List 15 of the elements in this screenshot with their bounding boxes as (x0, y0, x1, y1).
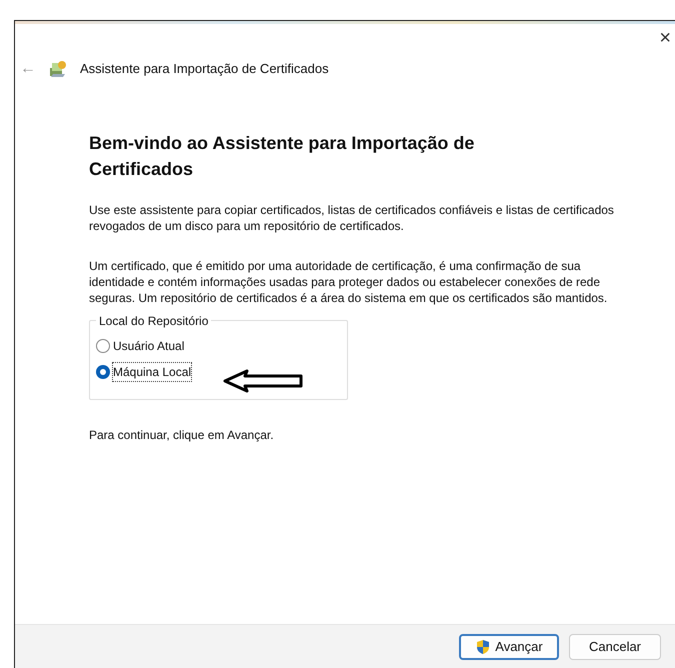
description-text: Um certificado, que é emitido por uma autoridade de certificação, é uma confirmação de sua identidade e contém informações usadas para proteger dados ou estabelecer conexões de rede seguras. Um repositório de certificados é a área do sistema em que os certificados são mantidos. (89, 258, 608, 306)
cancel-button[interactable]: Cancelar (569, 634, 661, 660)
shield-icon (475, 638, 492, 654)
wizard-heading: Bem-vindo ao Assistente para Importação de Certificados (89, 132, 476, 181)
radio-label[interactable]: Máquina Local (113, 363, 192, 381)
window-title: Assistente para Importação de Certificados (80, 60, 329, 78)
certificate-icon (48, 59, 68, 79)
close-button[interactable]: × (659, 28, 671, 54)
radio-button[interactable] (96, 365, 110, 379)
arrow-icon (223, 369, 303, 393)
radio-button[interactable] (96, 339, 110, 353)
radio-label[interactable]: Usuário Atual (113, 337, 184, 355)
description-text: Use este assistente para copiar certificados, listas de certificados confiáveis e listas de certificados revogados de um disco para um repositório de certificados. (89, 202, 615, 234)
next-button[interactable]: Avançar (459, 634, 559, 660)
hint-text: Para continuar, clique em Avançar. (89, 427, 275, 444)
